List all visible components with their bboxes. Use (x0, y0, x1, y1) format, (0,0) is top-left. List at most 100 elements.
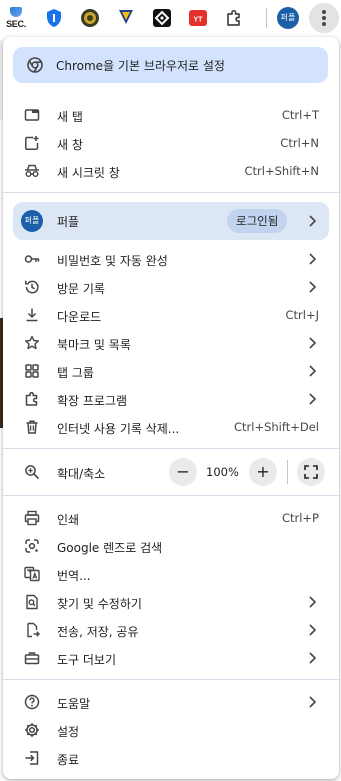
new-tab-label: 새 탭 (57, 110, 83, 124)
passwords-label: 비밀번호 및 자동 완성 (57, 254, 168, 268)
new-tab-shortcut: Ctrl+T (281, 108, 319, 122)
profile-avatar: 퍼플 (21, 210, 43, 232)
gear-coin-extension-icon[interactable] (80, 8, 100, 28)
profile-avatar-button[interactable]: 퍼플 (277, 7, 299, 29)
zoom-divider (287, 460, 288, 484)
puzzle-icon (24, 391, 40, 407)
key-icon (24, 251, 40, 267)
extensions-label: 확장 프로그램 (57, 394, 128, 408)
downloads-label: 다운로드 (57, 310, 102, 324)
browser-toolbar: SEC. YT 퍼플 (0, 0, 341, 36)
zoom-in-button[interactable]: + (249, 458, 277, 486)
star-icon (24, 335, 40, 351)
new-window-icon (24, 135, 40, 151)
menu-item-settings[interactable]: 설정 (3, 716, 339, 744)
menu-item-translate[interactable]: 번역... (3, 560, 339, 588)
exit-label: 종료 (57, 753, 80, 767)
menu-item-cast-save-share[interactable]: 전송, 저장, 공유 (3, 616, 339, 644)
print-label: 인쇄 (57, 513, 80, 527)
incognito-shortcut: Ctrl+Shift+N (244, 164, 319, 178)
translate-icon (24, 566, 40, 582)
new-window-shortcut: Ctrl+N (280, 136, 319, 150)
menu-divider (3, 448, 339, 449)
new-window-label: 새 창 (57, 138, 83, 152)
history-label: 방문 기록 (57, 282, 105, 296)
bookmarks-label: 북마크 및 목록 (57, 338, 131, 352)
find-in-page-icon (24, 594, 40, 610)
clear-data-label: 인터넷 사용 기록 삭제... (57, 422, 180, 436)
chevron-right-icon (307, 214, 317, 228)
exit-icon (24, 750, 40, 766)
menu-item-google-lens[interactable]: Google 렌즈로 검색 (3, 532, 339, 560)
menu-item-help[interactable]: 도움말 (3, 688, 339, 716)
youtube-extension-icon[interactable]: YT (188, 8, 208, 28)
history-icon (24, 279, 40, 295)
set-default-browser-button[interactable]: Chrome을 기본 브라우저로 설정 (13, 47, 328, 83)
google-lens-label: Google 렌즈로 검색 (57, 541, 163, 555)
menu-item-extensions[interactable]: 확장 프로그램 (3, 385, 339, 413)
menu-item-zoom: 확대/축소 − 100% + (3, 457, 339, 487)
translate-label: 번역... (57, 569, 91, 583)
diamond-extension-icon[interactable] (152, 8, 172, 28)
cast-save-share-label: 전송, 저장, 공유 (57, 625, 139, 639)
chevron-right-icon (307, 392, 317, 406)
help-icon (24, 694, 40, 710)
chevron-right-icon (307, 364, 317, 378)
download-icon (24, 307, 40, 323)
menu-item-bookmarks[interactable]: 북마크 및 목록 (3, 329, 339, 357)
chrome-logo-icon (27, 57, 43, 73)
chevron-right-icon (307, 280, 317, 294)
sec-extension-icon[interactable]: SEC. (3, 6, 29, 32)
menu-item-find-and-edit[interactable]: 찾기 및 수정하기 (3, 588, 339, 616)
chevron-right-icon (307, 623, 317, 637)
more-tools-label: 도구 더보기 (57, 653, 117, 667)
google-lens-icon (24, 538, 40, 554)
clear-data-shortcut: Ctrl+Shift+Del (234, 420, 319, 434)
toolbox-icon (24, 650, 40, 666)
menu-item-more-tools[interactable]: 도구 더보기 (3, 644, 339, 672)
chevron-right-icon (307, 595, 317, 609)
chrome-app-menu: Chrome을 기본 브라우저로 설정 새 탭 Ctrl+T 새 창 Ctrl+… (3, 37, 339, 779)
menu-item-clear-browsing-data[interactable]: 인터넷 사용 기록 삭제... Ctrl+Shift+Del (3, 413, 339, 441)
profile-name: 퍼플 (57, 215, 80, 229)
menu-divider (3, 495, 339, 496)
zoom-out-button[interactable]: − (169, 458, 197, 486)
youtube-extension-label: YT (194, 17, 204, 24)
menu-item-new-window[interactable]: 새 창 Ctrl+N (3, 129, 339, 157)
print-icon (24, 510, 40, 526)
chevron-right-icon (307, 695, 317, 709)
menu-item-profile[interactable]: 퍼플 퍼플 로그인됨 (13, 202, 329, 240)
menu-item-history[interactable]: 방문 기록 (3, 273, 339, 301)
zoom-level: 100% (206, 465, 239, 479)
shield-extension-icon[interactable] (44, 8, 64, 28)
settings-label: 설정 (57, 725, 80, 739)
menu-divider (3, 192, 339, 193)
menu-item-print[interactable]: 인쇄 Ctrl+P (3, 504, 339, 532)
print-shortcut: Ctrl+P (281, 511, 319, 525)
menu-divider (3, 679, 339, 680)
chevron-right-icon (307, 651, 317, 665)
downloads-shortcut: Ctrl+J (285, 308, 320, 322)
toolbar-divider (266, 8, 267, 28)
incognito-icon (24, 163, 40, 179)
menu-item-tab-groups[interactable]: 탭 그룹 (3, 357, 339, 385)
zoom-label: 확대/축소 (57, 467, 106, 481)
menu-item-passwords[interactable]: 비밀번호 및 자동 완성 (3, 245, 339, 273)
download-arrow-extension-icon[interactable] (116, 8, 136, 28)
menu-item-incognito[interactable]: 새 시크릿 창 Ctrl+Shift+N (3, 157, 339, 185)
incognito-label: 새 시크릿 창 (57, 166, 120, 180)
set-default-browser-label: Chrome을 기본 브라우저로 설정 (56, 59, 225, 73)
tab-groups-label: 탭 그룹 (57, 366, 94, 380)
puzzle-extensions-icon[interactable] (224, 8, 244, 28)
more-vert-icon[interactable] (309, 3, 339, 33)
menu-item-exit[interactable]: 종료 (3, 744, 339, 772)
menu-item-new-tab[interactable]: 새 탭 Ctrl+T (3, 101, 339, 129)
profile-signed-in-badge: 로그인됨 (227, 209, 288, 233)
menu-item-downloads[interactable]: 다운로드 Ctrl+J (3, 301, 339, 329)
chevron-right-icon (307, 336, 317, 350)
zoom-icon (24, 464, 40, 480)
trash-icon (24, 419, 40, 435)
tab-groups-icon (24, 363, 40, 379)
gear-icon (24, 722, 40, 738)
fullscreen-button[interactable] (297, 458, 325, 486)
